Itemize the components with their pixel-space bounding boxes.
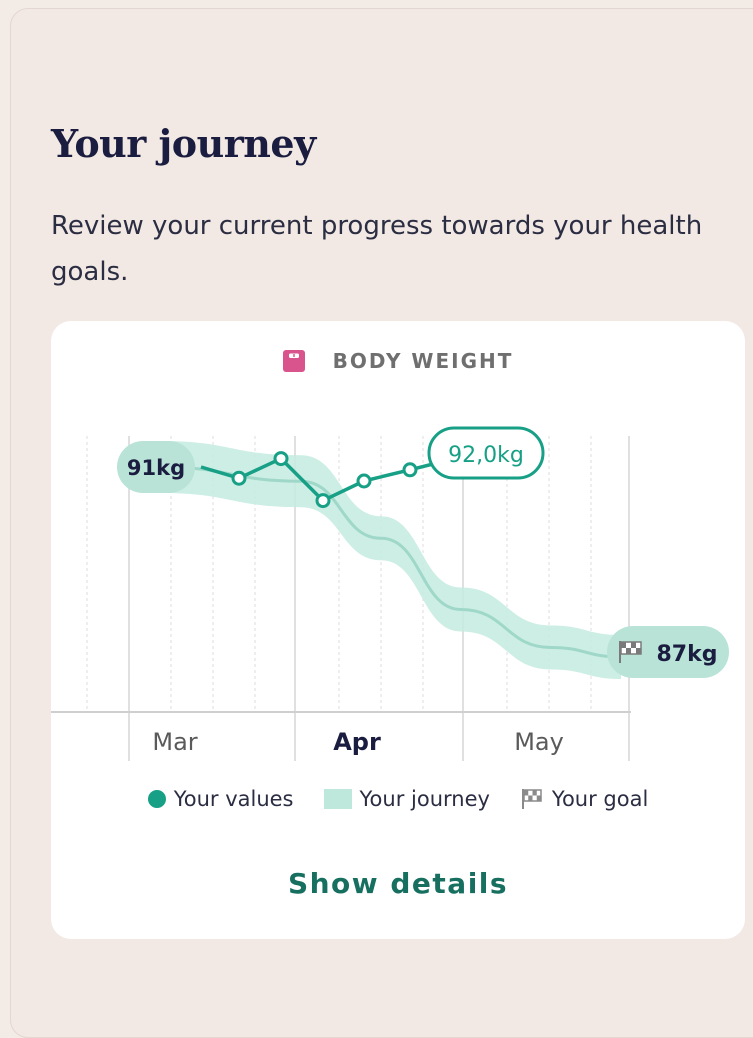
goal-flag-icon <box>521 789 542 809</box>
legend-goal-label: Your goal <box>551 787 649 811</box>
legend-journey-label: Your journey <box>359 787 490 811</box>
goal-label-group: 87kg <box>607 626 729 678</box>
value-point <box>231 470 247 486</box>
show-details-button[interactable]: Show details <box>51 867 745 900</box>
start-label-group: 91kg <box>117 441 195 493</box>
month-label-mar: Mar <box>152 728 197 756</box>
value-point <box>356 473 372 489</box>
start-label: 91kg <box>127 456 185 480</box>
card-subtitle: Review your current progress towards you… <box>51 211 703 287</box>
value-point <box>273 451 289 467</box>
current-label-group: 92,0kg <box>427 426 545 480</box>
chart-panel: BODY WEIGHT 91kg 92,0kg 87kg Mar Apr May… <box>51 321 745 939</box>
journey-card: Your journey Review your current progres… <box>10 8 753 1038</box>
month-label-apr: Apr <box>333 728 381 756</box>
legend-item-goal: Your goal <box>520 787 648 811</box>
legend-values-label: Your values <box>173 787 294 811</box>
weight-chart: 91kg 92,0kg 87kg Mar Apr May <box>51 426 729 761</box>
legend-item-journey: Your journey <box>323 787 490 811</box>
goal-label: 87kg <box>657 642 718 667</box>
value-point <box>402 462 418 478</box>
journey-swatch-icon <box>323 789 352 809</box>
month-label-may: May <box>514 728 564 756</box>
value-point <box>315 493 331 509</box>
current-label: 92,0kg <box>448 443 524 468</box>
chart-legend: Your values Your journey Your goal <box>51 787 745 811</box>
card-title: Your journey <box>51 121 316 166</box>
values-dot-icon <box>147 790 166 808</box>
legend-item-values: Your values <box>147 787 294 811</box>
